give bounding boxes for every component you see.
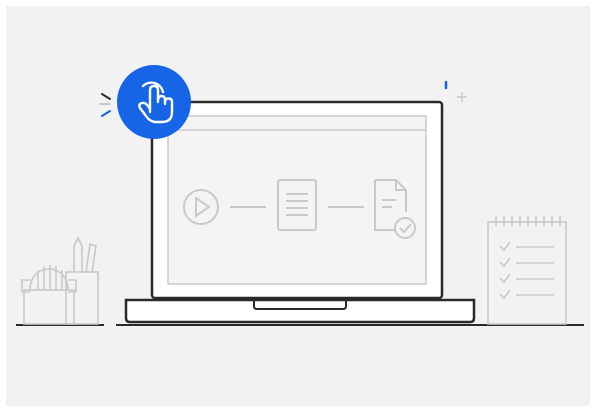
workflow-illustration xyxy=(6,6,590,406)
touch-button xyxy=(117,65,191,139)
laptop-base xyxy=(124,298,476,324)
illustration xyxy=(0,0,596,412)
